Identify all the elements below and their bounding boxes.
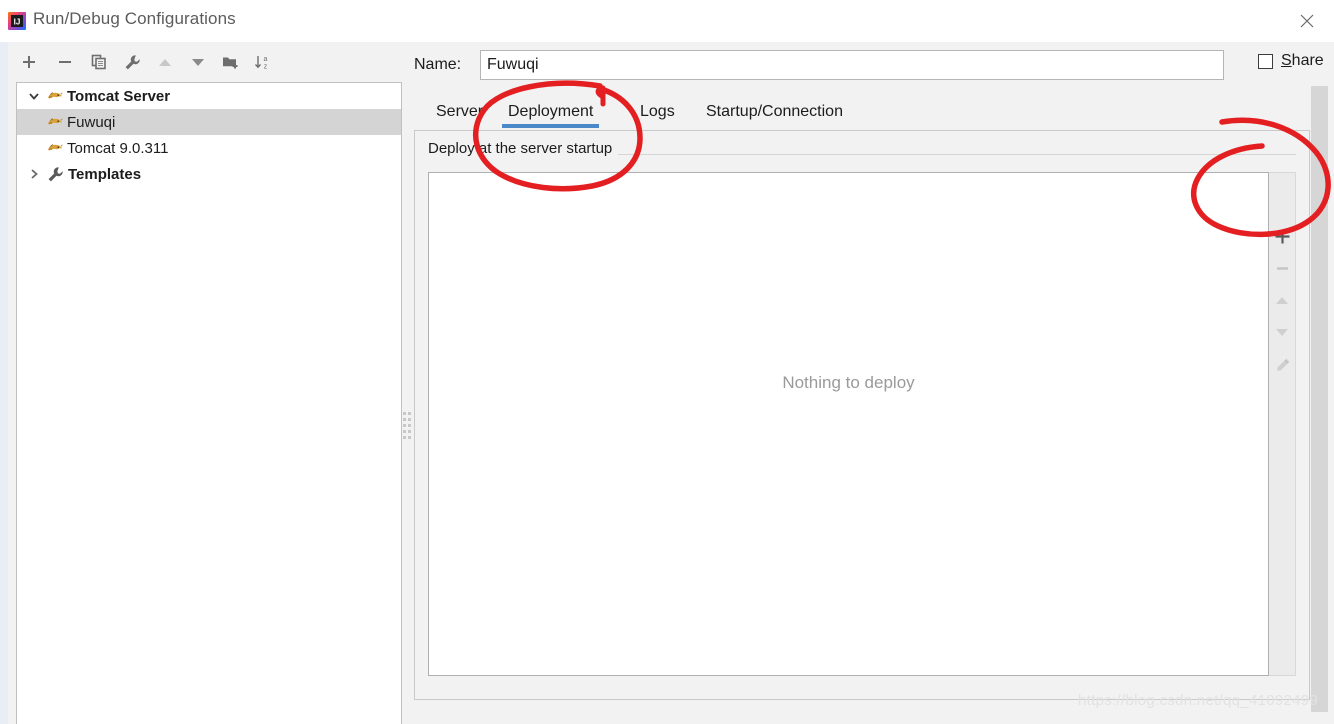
tab-server[interactable]: Server xyxy=(422,92,497,132)
configurations-toolbar: a z xyxy=(8,42,402,82)
tree-item-fuwuqi[interactable]: Fuwuqi xyxy=(17,109,401,135)
name-label: Name: xyxy=(414,56,462,73)
move-artifact-down-button[interactable] xyxy=(1269,317,1295,347)
add-artifact-button[interactable] xyxy=(1269,221,1295,251)
empty-list-message: Nothing to deploy xyxy=(782,373,915,392)
window-title: Run/Debug Configurations xyxy=(33,9,236,28)
window-left-edge xyxy=(0,42,8,724)
tab-logs[interactable]: Logs xyxy=(626,92,689,132)
chevron-down-icon[interactable] xyxy=(23,83,45,109)
right-panel-scrollbar-thumb[interactable] xyxy=(1311,86,1328,712)
tomcat-icon xyxy=(45,112,65,132)
configurations-tree[interactable]: Tomcat Server Fuwuqi Tomcat 9.0.311 Temp… xyxy=(16,82,402,724)
wrench-icon xyxy=(45,164,65,184)
edit-artifact-button[interactable] xyxy=(1269,350,1295,380)
move-artifact-up-button[interactable] xyxy=(1269,285,1295,315)
tab-label: Server xyxy=(436,103,484,120)
deploy-group-title: Deploy at the server startup xyxy=(428,140,619,157)
add-configuration-button[interactable] xyxy=(16,49,42,75)
share-label-rest: hare xyxy=(1291,52,1324,69)
move-up-button[interactable] xyxy=(152,49,178,75)
configurations-panel: a z Tomcat Server Fuwuqi Tomcat 9.0.311 … xyxy=(8,42,402,724)
svg-text:IJ: IJ xyxy=(14,18,21,27)
tab-label: Startup/Connection xyxy=(706,103,843,120)
configuration-editor-panel: Name: Share Server Deployment Logs Start… xyxy=(412,42,1334,724)
move-into-folder-button[interactable] xyxy=(217,49,243,75)
tab-underline xyxy=(502,124,600,128)
tomcat-icon xyxy=(45,86,65,106)
intellij-idea-icon: IJ xyxy=(8,12,26,30)
deployment-artifacts-list[interactable]: Nothing to deploy xyxy=(428,172,1269,676)
tab-deployment[interactable]: Deployment xyxy=(494,92,607,132)
svg-text:a: a xyxy=(263,56,267,63)
tab-label: Deployment xyxy=(508,103,594,120)
editor-tabs: Server Deployment Logs Startup/Connectio… xyxy=(414,92,1314,132)
tree-item-label: Templates xyxy=(68,165,142,183)
deployment-list-toolbar xyxy=(1269,172,1296,676)
splitter-handle-dots xyxy=(403,412,411,439)
sort-configurations-button[interactable]: a z xyxy=(249,49,275,75)
chevron-right-icon[interactable] xyxy=(23,161,45,187)
tree-item-templates[interactable]: Templates xyxy=(17,161,401,187)
title-bar: IJ Run/Debug Configurations xyxy=(0,0,1334,42)
tree-item-label: Tomcat 9.0.311 xyxy=(67,139,169,157)
share-mnemonic: S xyxy=(1281,52,1292,69)
close-icon[interactable] xyxy=(1288,8,1326,34)
tab-startup-connection[interactable]: Startup/Connection xyxy=(692,92,857,132)
panel-splitter[interactable] xyxy=(402,42,412,724)
checkbox-box[interactable] xyxy=(1258,53,1273,69)
share-label: Share xyxy=(1281,52,1324,70)
name-input[interactable] xyxy=(480,50,1224,80)
tab-label: Logs xyxy=(640,103,675,120)
share-checkbox[interactable]: Share xyxy=(1258,52,1324,70)
tree-item-tomcat-server[interactable]: Tomcat Server xyxy=(17,83,401,109)
tree-item-label: Fuwuqi xyxy=(67,113,116,131)
copy-configuration-button[interactable] xyxy=(86,49,112,75)
remove-configuration-button[interactable] xyxy=(52,49,78,75)
remove-artifact-button[interactable] xyxy=(1269,253,1295,283)
move-down-button[interactable] xyxy=(185,49,211,75)
tree-item-tomcat-9-0-311[interactable]: Tomcat 9.0.311 xyxy=(17,135,401,161)
tomcat-icon xyxy=(45,138,65,158)
edit-templates-button[interactable] xyxy=(119,49,145,75)
svg-text:z: z xyxy=(263,64,267,71)
run-debug-configurations-dialog: IJ Run/Debug Configurations a z Tomcat S… xyxy=(0,0,1334,724)
tree-item-label: Tomcat Server xyxy=(67,87,171,105)
watermark-text: https://blog.csdn.net/qq_41092499 xyxy=(1078,692,1319,709)
